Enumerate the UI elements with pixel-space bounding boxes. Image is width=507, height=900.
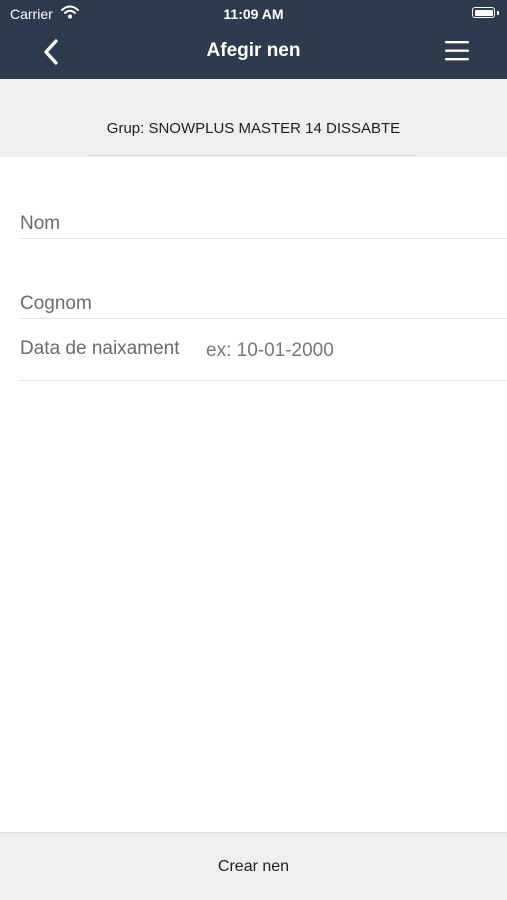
battery-icon <box>472 7 495 18</box>
birthdate-field: Data de naixament <box>20 334 507 381</box>
group-divider <box>88 155 416 156</box>
group-header: Grup: SNOWPLUS MASTER 14 DISSABTE <box>0 79 507 157</box>
hamburger-menu-icon <box>445 41 469 61</box>
nom-label: Nom <box>20 213 61 234</box>
status-time: 11:09 AM <box>223 6 284 22</box>
cognom-label: Cognom <box>20 293 92 314</box>
bottom-bar: Crear nen <box>0 832 507 900</box>
create-child-button[interactable]: Crear nen <box>0 858 507 876</box>
menu-button[interactable] <box>443 38 471 64</box>
page-title: Afegir nen <box>206 40 301 61</box>
nav-bar: Afegir nen <box>0 28 507 79</box>
birthdate-label: Data de naixament <box>20 338 180 359</box>
cognom-field[interactable]: Cognom <box>20 288 507 319</box>
birthdate-input[interactable] <box>206 340 486 362</box>
top-bar: Carrier 11:09 AM Afegir nen <box>0 0 507 79</box>
nom-field[interactable]: Nom <box>20 208 507 239</box>
status-bar: Carrier 11:09 AM <box>0 0 507 28</box>
battery-tip <box>497 11 499 15</box>
group-label: Grup: SNOWPLUS MASTER 14 DISSABTE <box>106 120 401 137</box>
